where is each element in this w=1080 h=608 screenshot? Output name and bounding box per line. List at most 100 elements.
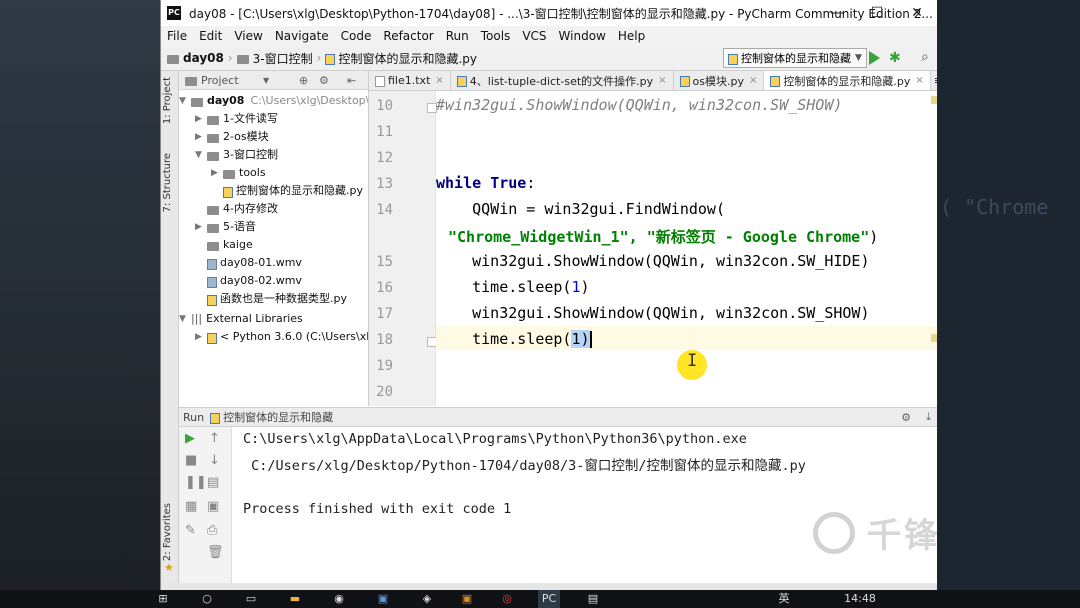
keyword-while: while [436,174,482,192]
code-editor: file1.txt × 4、list-tuple-dict-set的文件操作.p… [369,71,937,406]
run-button[interactable] [869,51,880,65]
tree-item-file[interactable]: 控制窗体的显示和隐藏.py [223,182,363,200]
close-icon[interactable]: × [915,75,923,86]
ime-indicator[interactable]: 英 [776,590,792,608]
collapsed-arrow-icon: ▶ [211,168,218,178]
menu-file[interactable]: File [161,29,193,43]
error-stripe-marker[interactable] [931,96,937,104]
close-icon[interactable]: × [658,75,666,86]
gear-icon[interactable]: ⚙ [901,411,911,424]
tree-item-file[interactable]: day08-01.wmv [207,254,302,272]
debug-bug-icon[interactable]: ✱ [889,50,901,66]
maximize-button[interactable]: ☐ [857,0,897,26]
tab-label: os模块.py [692,74,744,88]
collapse-all-icon[interactable]: ⊕ [299,74,308,87]
tree-item-folder[interactable]: ▶ 1-文件读写 [195,110,278,128]
tree-item-day08[interactable]: ▼ day08 C:\Users\xlg\Desktop\Py [179,92,368,110]
menu-tools[interactable]: Tools [475,29,517,43]
windows-start-icon[interactable]: ⊞ [152,590,174,608]
clock[interactable]: 14:48 [840,590,880,608]
favorites-tool-tab[interactable]: 2: Favorites [162,503,173,561]
breadcrumb-file[interactable]: 控制窗体的显示和隐藏.py [338,50,477,67]
tree-item-folder[interactable]: kaige [207,236,253,254]
pause-icon[interactable]: ❚❚ [185,475,207,490]
error-stripe-marker[interactable] [931,334,937,342]
tree-item-label: day08-02.wmv [220,274,302,287]
layout-icon[interactable]: ▦ [185,499,197,514]
tree-item-folder[interactable]: 4-内存修改 [207,200,278,218]
project-view-selector[interactable]: Project [201,74,239,87]
structure-tool-tab[interactable]: 7: Structure [162,153,173,212]
tree-item-file[interactable]: day08-02.wmv [207,272,302,290]
tree-item-folder[interactable]: ▶ tools [211,164,266,182]
folder-icon [207,205,219,215]
menu-run[interactable]: Run [440,29,475,43]
chrome-icon[interactable]: ◎ [496,590,518,608]
menu-help[interactable]: Help [612,29,651,43]
breadcrumb-folder[interactable]: 3-窗口控制 [253,50,313,67]
chevron-down-icon[interactable]: ▼ [263,76,269,85]
tree-item-label: External Libraries [206,312,303,325]
folder-icon [207,241,219,251]
taskbar-app-icon[interactable]: ▤ [582,590,604,608]
tab-file1-txt[interactable]: file1.txt × [369,71,451,90]
pin-icon[interactable]: ✎ [185,523,196,538]
close-icon[interactable]: × [435,75,443,86]
breadcrumb-project[interactable]: day08 [183,51,224,65]
menu-vcs[interactable]: VCS [516,29,552,43]
tree-item-python-sdk[interactable]: ▶ < Python 3.6.0 (C:\Users\xlg [195,328,369,346]
close-button[interactable]: ✕ [897,0,937,26]
search-icon[interactable]: ⌕ [921,49,929,65]
tree-item-folder[interactable]: ▶ 5-语音 [195,218,256,236]
tab-overflow-button[interactable]: ≡ [931,71,937,90]
text-caret [589,331,592,348]
tree-item-label: tools [239,166,266,179]
taskbar-app-icon[interactable]: ▣ [372,590,394,608]
stop-icon[interactable]: ■ [185,453,197,468]
soft-wrap-icon[interactable]: ▤ [207,475,219,490]
tree-item-label: < Python 3.6.0 (C:\Users\xlg [220,330,369,343]
tab-list-tuple-dict-set[interactable]: 4、list-tuple-dict-set的文件操作.py × [451,71,674,90]
up-arrow-icon[interactable]: ↑ [209,431,220,446]
hide-panel-icon[interactable]: ⇤ [347,74,356,87]
colon: : [526,174,536,192]
minimize-button[interactable]: — [817,0,857,26]
code-area[interactable]: #win32gui.ShowWindow(QQWin, win32con.SW_… [436,91,937,406]
rerun-icon[interactable]: ▶ [185,431,195,446]
pycharm-taskbar-icon[interactable]: PC [538,590,560,608]
tree-item-folder[interactable]: ▼ 3-窗口控制 [195,146,278,164]
taskbar-app-icon[interactable]: ◉ [328,590,350,608]
hide-panel-icon[interactable]: ⤓ [926,410,931,424]
project-tool-tab[interactable]: 1: Project [162,77,173,124]
taskbar-app-icon[interactable]: ▣ [456,590,478,608]
tree-item-external-libraries[interactable]: ▼ ||| External Libraries [179,310,303,328]
trash-icon[interactable]: 🗑 [207,545,224,560]
code-line-14-wrap: "Chrome_WidgetWin_1", "新标签页 - Google Chr… [448,226,878,247]
menu-view[interactable]: View [228,29,268,43]
menu-code[interactable]: Code [335,29,378,43]
task-view-icon[interactable]: ▭ [240,590,262,608]
print-icon[interactable]: ⎙ [207,523,217,538]
menu-edit[interactable]: Edit [193,29,228,43]
menu-refactor[interactable]: Refactor [377,29,439,43]
tab-os-module[interactable]: os模块.py × [674,71,765,90]
down-arrow-icon[interactable]: ↓ [209,453,220,468]
console-line: Process finished with exit code 1 [243,501,512,517]
line-number: 17 [376,306,393,322]
scroll-to-end-icon[interactable]: ▣ [207,499,219,514]
gear-icon[interactable]: ⚙ [319,74,329,87]
run-panel-config[interactable]: 控制窗体的显示和隐藏 [223,409,333,425]
tab-window-show-hide[interactable]: 控制窗体的显示和隐藏.py × [764,71,931,90]
menu-navigate[interactable]: Navigate [269,29,335,43]
run-toolbar: ▶ ↑ ■ ↓ ❚❚ ▤ ▦ ▣ ✎ ⎙ 🗑 [179,427,232,584]
file-explorer-icon[interactable]: ▬ [284,590,306,608]
tree-item-file[interactable]: 函数也是一种数据类型.py [207,290,347,308]
code-text: time.sleep( [436,330,572,348]
taskbar-app-icon[interactable]: ◈ [416,590,438,608]
close-icon[interactable]: × [749,75,757,86]
search-icon[interactable]: ○ [196,590,218,608]
run-configuration-select[interactable]: 控制窗体的显示和隐藏 ▼ [723,48,867,68]
menu-window[interactable]: Window [553,29,612,43]
tree-item-folder[interactable]: ▶ 2-os模块 [195,128,269,146]
navigation-bar: day08 › 3-窗口控制 › 控制窗体的显示和隐藏.py 控制窗体的显示和隐… [161,46,937,71]
